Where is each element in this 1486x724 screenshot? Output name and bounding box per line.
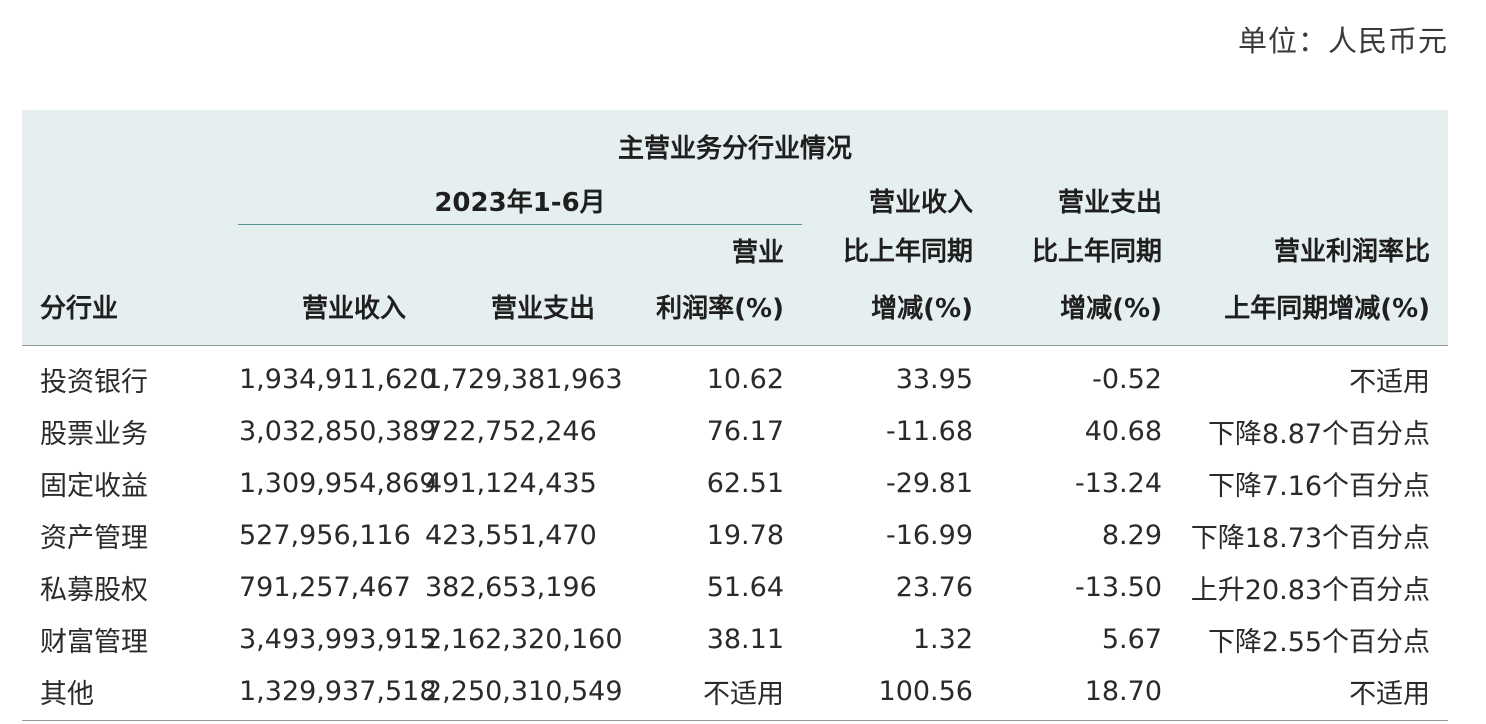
cell-revenue: 527,956,116 (239, 519, 411, 551)
cell-margin-change: 下降7.16个百分点 (1207, 470, 1431, 502)
cell-margin-change: 下降8.87个百分点 (1207, 418, 1431, 450)
header-row-columns: 分行业 营业收入 营业支出 利润率(%) 增减(%) 增减(%) 上年同期增减(… (22, 275, 1449, 346)
cell-revenue: 791,257,467 (239, 571, 411, 603)
table-caption: 主营业务分行业情况 (618, 133, 853, 164)
header-revenue: 营业收入 (301, 293, 406, 324)
cell-rev-change: 23.76 (895, 571, 973, 603)
cell-rev-change: 100.56 (802, 665, 991, 721)
cell-expense: 382,653,196 (425, 571, 597, 603)
cell-margin-change: 下降2.55个百分点 (1207, 626, 1431, 658)
header-margin-line1: 营业 (731, 237, 784, 268)
table-row: 股票业务 3,032,850,389 722,752,246 76.17 -11… (22, 405, 1448, 457)
header-rev-change-line2: 比上年同期 (842, 237, 973, 268)
cell-rev-change: 33.95 (895, 363, 973, 395)
period-label: 2023年1-6月 (238, 176, 802, 225)
cell-margin: 76.17 (706, 415, 784, 447)
cell-expense: 2,162,320,160 (425, 623, 623, 655)
cell-industry: 股票业务 (40, 418, 148, 450)
cell-margin: 38.11 (706, 623, 784, 655)
cell-margin: 10.62 (706, 363, 784, 395)
cell-exp-change: 8.29 (1101, 519, 1162, 551)
header-rev-change-line1: 营业收入 (868, 187, 973, 218)
cell-revenue: 3,032,850,389 (239, 415, 437, 447)
table-row: 固定收益 1,309,954,869 491,124,435 62.51 -29… (22, 457, 1448, 509)
cell-revenue: 1,329,937,518 (238, 665, 437, 721)
industry-segment-table: 主营业务分行业情况 2023年1-6月 营业收入 营业支出 营业 比上年同期 比… (22, 110, 1449, 721)
header-exp-change-line1: 营业支出 (1057, 187, 1162, 218)
cell-industry: 私募股权 (40, 574, 148, 606)
table-row: 资产管理 527,956,116 423,551,470 19.78 -16.9… (22, 509, 1448, 561)
cell-expense: 1,729,381,963 (425, 363, 623, 395)
cell-industry: 财富管理 (40, 626, 148, 658)
cell-industry: 固定收益 (40, 470, 148, 502)
cell-expense: 491,124,435 (425, 467, 597, 499)
cell-margin: 19.78 (706, 519, 784, 551)
header-row-period: 2023年1-6月 营业收入 营业支出 (22, 176, 1449, 225)
cell-exp-change: -13.50 (1074, 571, 1162, 603)
cell-margin: 不适用 (613, 665, 802, 721)
cell-exp-change: 5.67 (1101, 623, 1162, 655)
cell-margin-change: 下降18.73个百分点 (1190, 522, 1431, 554)
cell-margin: 51.64 (706, 571, 784, 603)
cell-industry: 其他 (22, 665, 238, 721)
header-margin-change-line2: 上年同期增减(%) (1224, 293, 1431, 324)
cell-rev-change: -11.68 (885, 415, 973, 447)
cell-margin: 62.51 (706, 467, 784, 499)
cell-exp-change: -13.24 (1074, 467, 1162, 499)
cell-exp-change: 18.70 (991, 665, 1180, 721)
header-expense: 营业支出 (490, 293, 595, 324)
table-row: 私募股权 791,257,467 382,653,196 51.64 23.76… (22, 561, 1448, 613)
cell-expense: 423,551,470 (425, 519, 597, 551)
cell-expense: 722,752,246 (425, 415, 597, 447)
unit-label: 单位：人民币元 (1237, 24, 1448, 58)
cell-margin-change: 上升20.83个百分点 (1190, 574, 1431, 606)
cell-industry: 投资银行 (40, 366, 148, 398)
cell-revenue: 3,493,993,915 (239, 623, 437, 655)
cell-rev-change: -16.99 (885, 519, 973, 551)
table-body: 投资银行 1,934,911,620 1,729,381,963 10.62 3… (22, 346, 1449, 721)
cell-margin-change: 不适用 (1180, 665, 1449, 721)
cell-revenue: 1,934,911,620 (239, 363, 437, 395)
cell-revenue: 1,309,954,869 (239, 467, 437, 499)
industry-table-container: 主营业务分行业情况 2023年1-6月 营业收入 营业支出 营业 比上年同期 比… (22, 110, 1449, 721)
table-row: 其他 1,329,937,518 2,250,310,549 不适用 100.5… (22, 665, 1449, 721)
cell-margin-change: 不适用 (1349, 366, 1431, 398)
cell-exp-change: -0.52 (1092, 363, 1162, 395)
header-exp-change-line3: 增减(%) (1060, 293, 1162, 324)
header-industry: 分行业 (40, 293, 119, 324)
header-row-sub: 营业 比上年同期 比上年同期 营业利润率比 (22, 224, 1449, 275)
cell-expense: 2,250,310,549 (424, 665, 623, 721)
header-margin-line2: 利润率(%) (656, 293, 784, 324)
header-row-caption: 主营业务分行业情况 (22, 110, 1449, 176)
cell-rev-change: -29.81 (885, 467, 973, 499)
table-row: 投资银行 1,934,911,620 1,729,381,963 10.62 3… (22, 346, 1448, 406)
table-header: 主营业务分行业情况 2023年1-6月 营业收入 营业支出 营业 比上年同期 比… (22, 110, 1449, 346)
cell-rev-change: 1.32 (912, 623, 973, 655)
cell-industry: 资产管理 (40, 522, 148, 554)
header-rev-change-line3: 增减(%) (871, 293, 973, 324)
table-row: 财富管理 3,493,993,915 2,162,320,160 38.11 1… (22, 613, 1448, 665)
header-margin-change-line1: 营业利润率比 (1274, 237, 1431, 268)
cell-exp-change: 40.68 (1084, 415, 1162, 447)
header-exp-change-line2: 比上年同期 (1031, 237, 1162, 268)
